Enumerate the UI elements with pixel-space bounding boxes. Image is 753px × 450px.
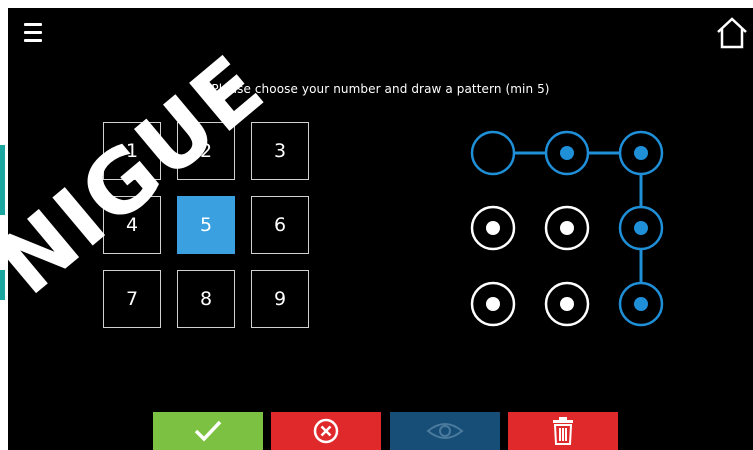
hamburger-icon [24, 23, 42, 26]
key-3[interactable]: 3 [251, 122, 309, 180]
pattern-node-1[interactable] [470, 130, 516, 176]
bottom-toolbar [8, 412, 753, 450]
cancel-button[interactable] [271, 412, 381, 450]
pattern-node-4[interactable] [470, 205, 516, 251]
key-5[interactable]: 5 [177, 196, 235, 254]
pattern-node-5[interactable] [544, 205, 590, 251]
confirm-button[interactable] [153, 412, 263, 450]
eye-icon [426, 423, 464, 439]
home-button[interactable] [715, 16, 749, 50]
key-1[interactable]: 1 [103, 122, 161, 180]
pattern-node-3[interactable] [618, 130, 664, 176]
pattern-node-6[interactable] [618, 205, 664, 251]
cancel-circle-icon [313, 418, 339, 444]
delete-button[interactable] [508, 412, 618, 450]
edge-accent [0, 270, 5, 300]
trash-icon [553, 417, 573, 445]
key-8[interactable]: 8 [177, 270, 235, 328]
left-edge-strip [0, 0, 8, 450]
key-9[interactable]: 9 [251, 270, 309, 328]
check-icon [194, 420, 222, 442]
instruction-text: Please choose your number and draw a pat… [211, 82, 550, 96]
number-pad: 1 2 3 4 5 6 7 8 9 [103, 122, 313, 332]
pattern-grid[interactable] [463, 128, 668, 328]
key-6[interactable]: 6 [251, 196, 309, 254]
pattern-node-9[interactable] [618, 281, 664, 327]
screen: Please choose your number and draw a pat… [8, 8, 753, 450]
home-icon [717, 17, 747, 49]
key-7[interactable]: 7 [103, 270, 161, 328]
pattern-node-7[interactable] [470, 281, 516, 327]
pattern-node-2[interactable] [544, 130, 590, 176]
key-2[interactable]: 2 [177, 122, 235, 180]
key-4[interactable]: 4 [103, 196, 161, 254]
pattern-node-8[interactable] [544, 281, 590, 327]
menu-button[interactable] [22, 20, 50, 48]
edge-accent [0, 145, 5, 215]
show-pattern-button[interactable] [390, 412, 500, 450]
